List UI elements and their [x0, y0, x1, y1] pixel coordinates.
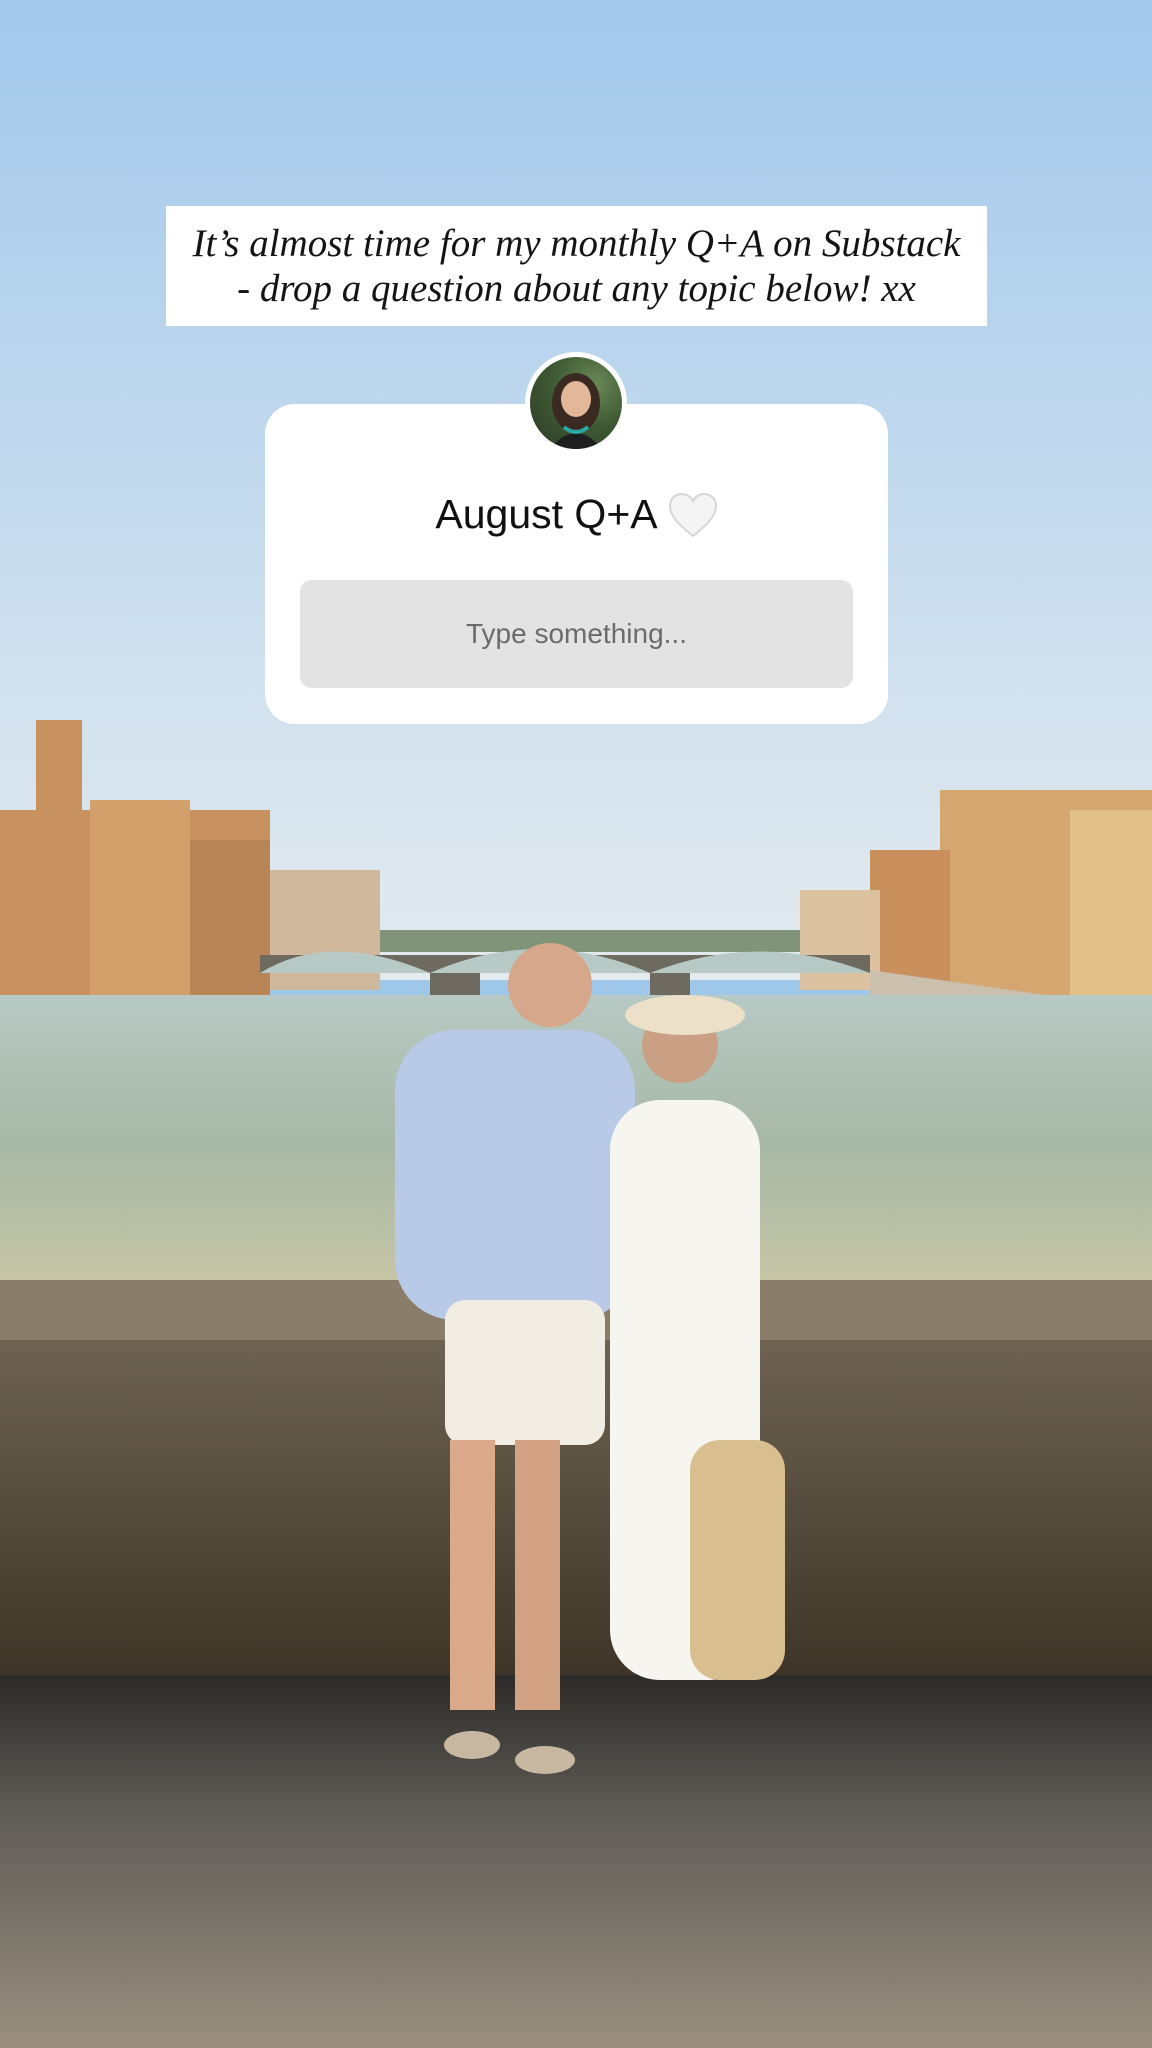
story-caption: It’s almost time for my monthly Q+A on S…: [166, 206, 987, 326]
white-heart-icon: [668, 492, 718, 538]
question-input[interactable]: [300, 580, 853, 688]
caption-line-1: It’s almost time for my monthly Q+A on S…: [192, 222, 961, 265]
question-title: August Q+A: [435, 491, 658, 537]
avatar: [525, 352, 627, 454]
caption-line-2: - drop a question about any topic below!…: [237, 267, 916, 310]
avatar-photo: [530, 357, 622, 449]
caption-text: It’s almost time for my monthly Q+A on S…: [193, 221, 961, 311]
question-title-row: August Q+A: [265, 491, 888, 538]
